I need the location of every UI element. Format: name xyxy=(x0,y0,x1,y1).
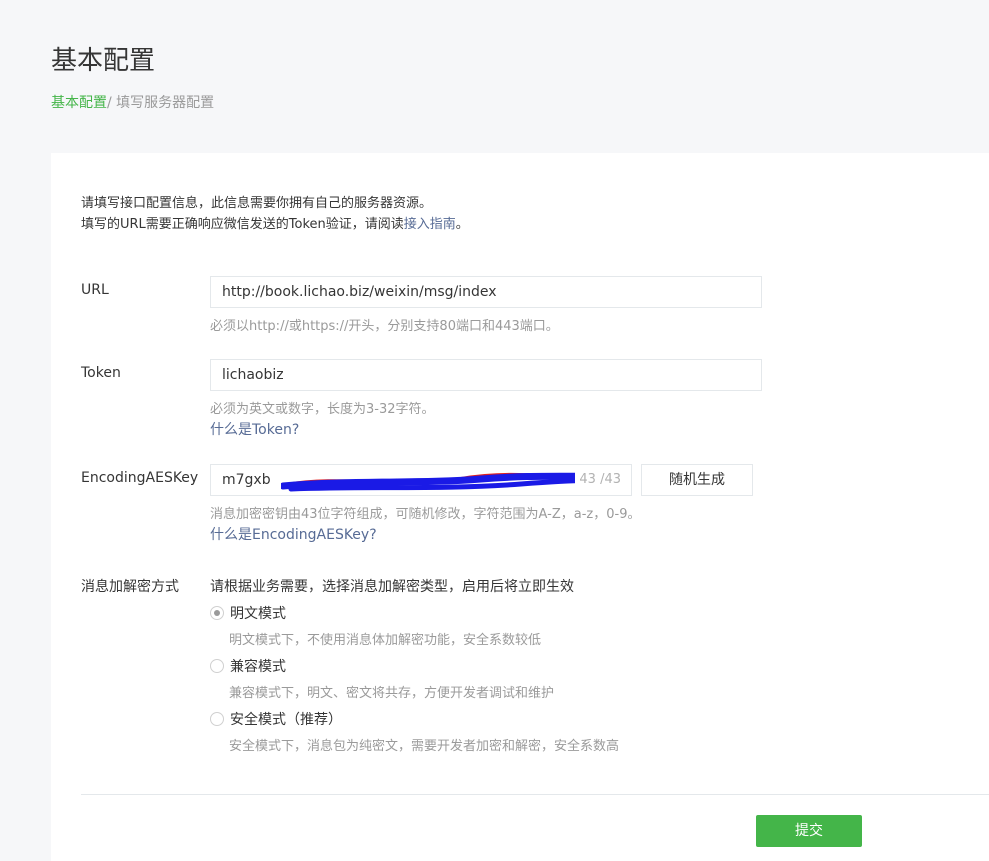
aeskey-input[interactable]: m7gxb 43 /43 xyxy=(210,464,632,496)
url-input[interactable]: http://book.lichao.biz/weixin/msg/index xyxy=(210,276,762,308)
radio-label-compatible: 兼容模式 xyxy=(230,659,286,675)
aeskey-hint: 消息加密密钥由43位字符组成，可随机修改，字符范围为A-Z，a-z，0-9。 xyxy=(210,507,641,522)
breadcrumb-separator: / xyxy=(107,95,117,111)
aeskey-char-counter: 43 /43 xyxy=(575,465,621,495)
radio-label-plaintext: 明文模式 xyxy=(230,606,286,622)
breadcrumb-current: 填写服务器配置 xyxy=(116,95,215,111)
radio-button[interactable] xyxy=(210,659,224,673)
encryption-mode-description: 请根据业务需要，选择消息加解密类型，启用后将立即生效 xyxy=(210,579,574,595)
token-label: Token xyxy=(81,365,121,381)
radio-label-secure: 安全模式（推荐） xyxy=(230,712,342,728)
what-is-aeskey-link[interactable]: 什么是EncodingAESKey? xyxy=(210,524,377,544)
breadcrumb-link-basic-config[interactable]: 基本配置 xyxy=(51,95,107,111)
intro-line-2-suffix: 。 xyxy=(455,217,469,232)
radio-secure-mode[interactable]: 安全模式（推荐） xyxy=(210,709,342,729)
radio-plaintext-mode[interactable]: 明文模式 xyxy=(210,603,286,623)
radio-desc-secure: 安全模式下，消息包为纯密文，需要开发者加密和解密，安全系数高 xyxy=(229,739,620,754)
radio-desc-plaintext: 明文模式下，不使用消息体加解密功能，安全系数较低 xyxy=(229,633,542,648)
token-hint: 必须为英文或数字，长度为3-32字符。 xyxy=(210,402,435,417)
breadcrumb: 基本配置/ 填写服务器配置 xyxy=(51,92,214,112)
config-card: 请填写接口配置信息，此信息需要你拥有自己的服务器资源。 填写的URL需要正确响应… xyxy=(51,153,989,861)
radio-compatible-mode[interactable]: 兼容模式 xyxy=(210,656,286,676)
submit-button[interactable]: 提交 xyxy=(756,815,862,847)
token-input[interactable]: lichaobiz xyxy=(210,359,762,391)
radio-button[interactable] xyxy=(210,712,224,726)
divider xyxy=(81,794,989,795)
access-guide-link[interactable]: 接入指南 xyxy=(404,217,456,232)
what-is-token-link[interactable]: 什么是Token? xyxy=(210,419,299,439)
aeskey-value: m7gxb xyxy=(222,472,271,488)
url-hint: 必须以http://或https://开头，分别支持80端口和443端口。 xyxy=(210,319,559,334)
intro-line-1: 请填写接口配置信息，此信息需要你拥有自己的服务器资源。 xyxy=(81,196,433,211)
page-header: 基本配置 基本配置/ 填写服务器配置 xyxy=(0,0,989,150)
redaction-scribble xyxy=(281,471,611,492)
aeskey-label: EncodingAESKey xyxy=(81,470,199,486)
radio-button-checked[interactable] xyxy=(210,606,224,620)
intro-text: 请填写接口配置信息，此信息需要你拥有自己的服务器资源。 填写的URL需要正确响应… xyxy=(81,193,469,235)
random-generate-button[interactable]: 随机生成 xyxy=(641,464,753,496)
intro-line-2-prefix: 填写的URL需要正确响应微信发送的Token验证，请阅读 xyxy=(81,217,404,232)
url-label: URL xyxy=(81,282,109,298)
page-title: 基本配置 xyxy=(51,46,156,76)
page: 基本配置 基本配置/ 填写服务器配置 请填写接口配置信息，此信息需要你拥有自己的… xyxy=(0,0,989,861)
intro-line-2: 填写的URL需要正确响应微信发送的Token验证，请阅读接入指南。 xyxy=(81,214,469,235)
encryption-mode-label: 消息加解密方式 xyxy=(81,579,179,595)
radio-desc-compatible: 兼容模式下，明文、密文将共存，方便开发者调试和维护 xyxy=(229,686,555,701)
